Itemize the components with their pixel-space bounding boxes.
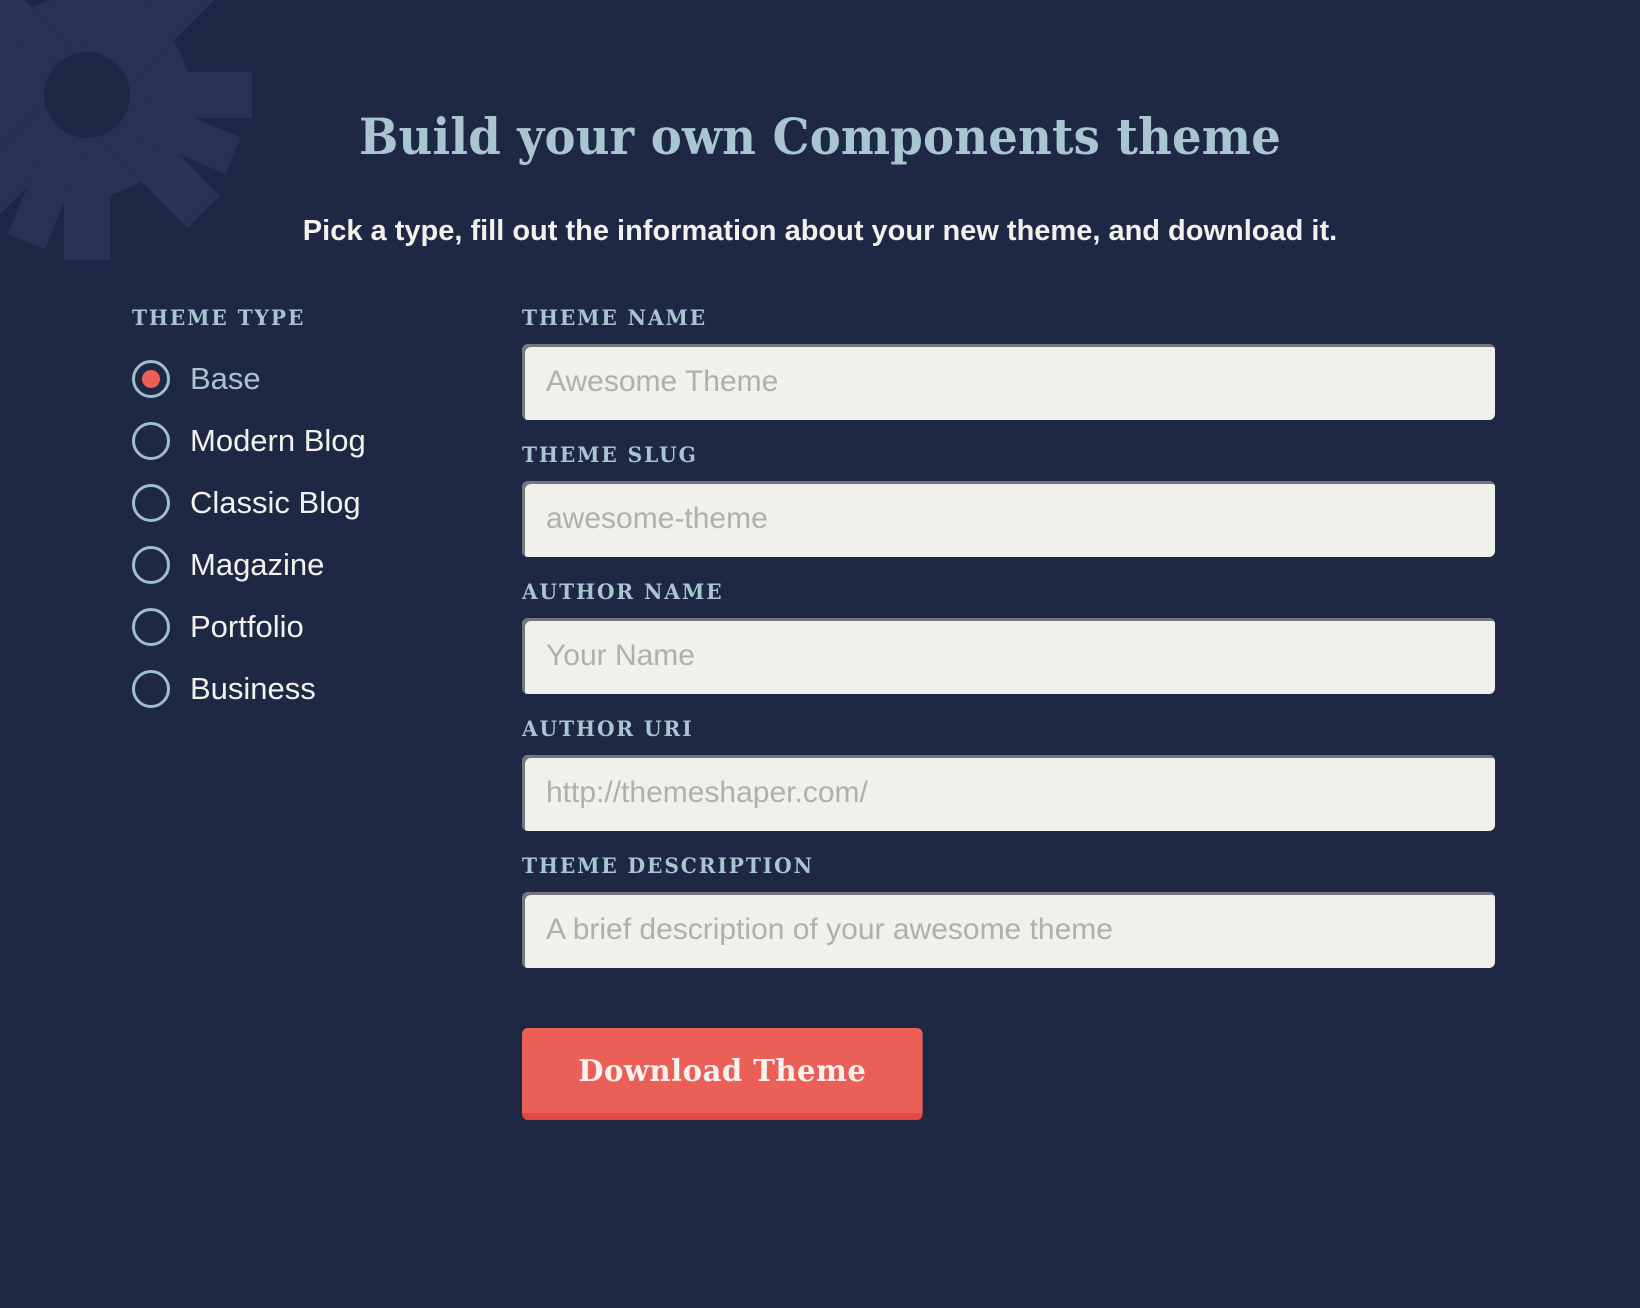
theme-slug-label: Theme Slug <box>522 441 698 467</box>
radio-option-classic-blog[interactable]: Classic Blog <box>132 472 522 534</box>
radio-option-portfolio[interactable]: Portfolio <box>132 596 522 658</box>
author-uri-label: Author URI <box>522 715 694 741</box>
radio-option-business[interactable]: Business <box>132 658 522 720</box>
theme-name-label: Theme Name <box>522 304 708 330</box>
theme-name-input[interactable] <box>522 343 1495 420</box>
radio-icon[interactable] <box>132 669 170 708</box>
radio-label: Base <box>190 361 261 397</box>
radio-option-base[interactable]: Base <box>132 348 522 410</box>
theme-type-column: Theme Type Base Modern Blog Classic Blog <box>132 305 522 720</box>
field-author-uri: Author URI <box>522 716 1495 831</box>
radio-icon[interactable] <box>132 421 170 460</box>
theme-description-input[interactable] <box>522 891 1495 968</box>
field-theme-slug: Theme Slug <box>522 442 1495 557</box>
field-theme-name: Theme Name <box>522 305 1495 420</box>
radio-icon[interactable] <box>132 359 170 398</box>
theme-slug-input[interactable] <box>522 480 1495 557</box>
theme-type-label: Theme Type <box>132 304 306 330</box>
radio-label: Classic Blog <box>190 485 361 521</box>
download-theme-button[interactable]: Download Theme <box>522 1027 923 1120</box>
page-title: Build your own Components theme <box>359 107 1281 166</box>
radio-label: Portfolio <box>190 609 304 645</box>
radio-label: Magazine <box>190 547 325 583</box>
radio-label: Modern Blog <box>190 423 366 459</box>
radio-option-magazine[interactable]: Magazine <box>132 534 522 596</box>
radio-option-modern-blog[interactable]: Modern Blog <box>132 410 522 472</box>
radio-label: Business <box>190 671 316 707</box>
theme-builder-page: Build your own Components theme Pick a t… <box>0 0 1640 1308</box>
radio-icon[interactable] <box>132 545 170 584</box>
author-name-input[interactable] <box>522 617 1495 694</box>
page-subtitle: Pick a type, fill out the information ab… <box>302 215 1338 247</box>
author-name-label: Author Name <box>522 578 724 604</box>
author-uri-input[interactable] <box>522 754 1495 831</box>
field-theme-description: Theme Description <box>522 853 1495 968</box>
theme-builder-form: Theme Type Base Modern Blog Classic Blog <box>0 305 1640 1120</box>
field-author-name: Author Name <box>522 579 1495 694</box>
radio-icon[interactable] <box>132 607 170 646</box>
theme-type-radio-group[interactable]: Base Modern Blog Classic Blog Magazine P <box>132 348 522 720</box>
theme-fields-column: Theme Name Theme Slug Author Name Author… <box>522 305 1495 1120</box>
radio-icon[interactable] <box>132 483 170 522</box>
theme-description-label: Theme Description <box>522 852 814 878</box>
